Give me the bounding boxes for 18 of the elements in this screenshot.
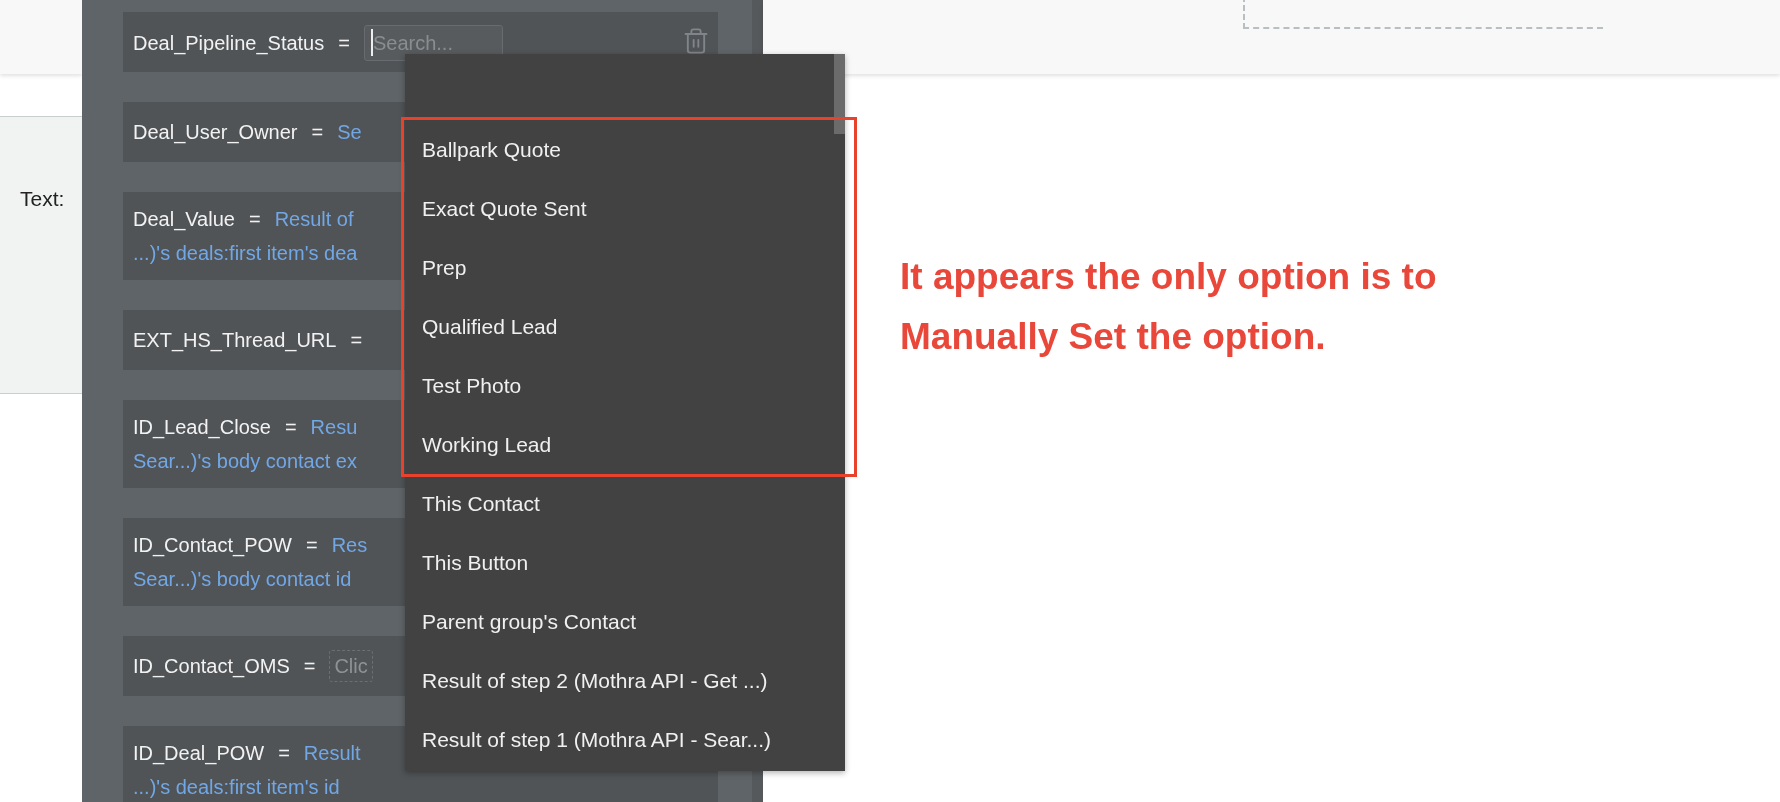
equals-sign: = (248, 207, 261, 232)
field-name: ID_Deal_POW (133, 741, 265, 767)
text-label: Text: (20, 187, 65, 212)
field-name: ID_Lead_Close (133, 415, 271, 441)
equals-sign: = (303, 654, 316, 679)
equals-sign: = (305, 533, 318, 558)
field-name: ID_Contact_POW (133, 533, 292, 559)
equals-sign: = (350, 328, 363, 353)
field-name: Deal_Value (133, 207, 235, 233)
field-name: Deal_Pipeline_Status (133, 31, 325, 57)
field-name: EXT_HS_Thread_URL (133, 328, 337, 354)
field-name: Deal_User_Owner (133, 120, 298, 146)
field-name: ID_Contact_OMS (133, 654, 290, 680)
annotation-text: It appears the only option is to Manually Set the option. (900, 255, 1438, 359)
equals-sign: = (311, 120, 324, 145)
equals-sign: = (278, 741, 290, 766)
equals-sign: = (284, 415, 297, 440)
equals-sign: = (338, 31, 350, 56)
